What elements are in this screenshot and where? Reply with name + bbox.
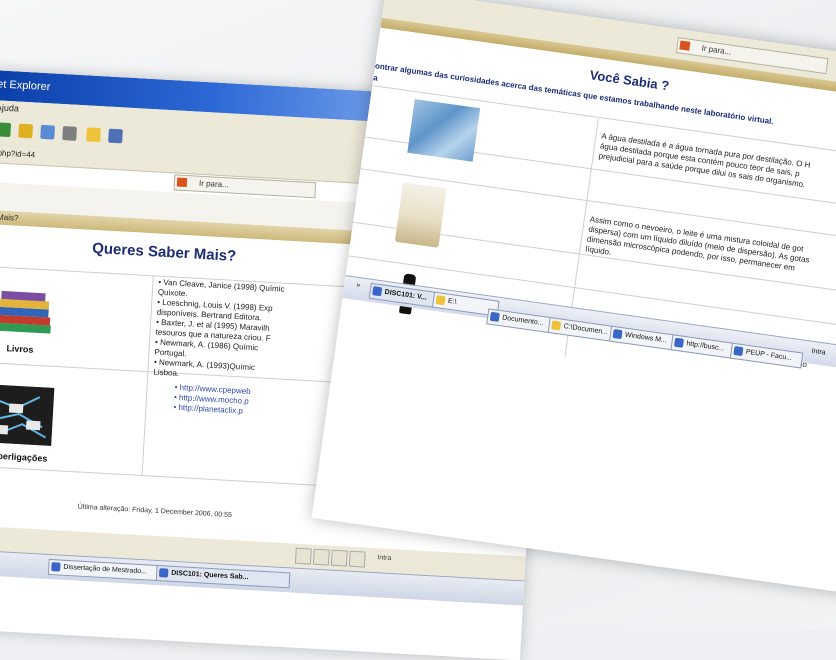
folder-icon (435, 295, 446, 306)
folder-icon (551, 320, 562, 331)
ie-icon (51, 562, 61, 572)
page-title: Você Sabia ? (588, 67, 671, 94)
jump-to-label: Ir para... (701, 43, 732, 57)
last-modified: Última alteração: Friday, 1 December 200… (77, 503, 233, 520)
favorites-icon[interactable] (18, 123, 34, 139)
books-caption: Livros (6, 343, 34, 355)
ie-icon (673, 337, 685, 348)
network-image (0, 384, 55, 446)
print-icon[interactable] (108, 128, 123, 144)
page-title: Queres Saber Mais? (91, 239, 237, 265)
status-cell (348, 550, 366, 568)
zone-label: Intra (377, 554, 392, 563)
status-cell (312, 548, 330, 566)
quicklaunch-chevron[interactable]: » (356, 282, 361, 289)
media-player-icon (612, 329, 623, 340)
hyperlinks-caption: Hiperligações (0, 450, 48, 464)
status-cell (294, 547, 312, 565)
page-tab-label: er Mais? (0, 212, 19, 223)
go-icon[interactable] (679, 40, 691, 51)
books-image (0, 290, 51, 334)
links-list: • http://www.cpepweb • http://www.mocho.… (173, 383, 251, 417)
mail-icon[interactable] (62, 126, 77, 141)
jump-to-label: Ir para... (198, 178, 230, 190)
search-icon[interactable] (0, 122, 12, 138)
history-icon[interactable] (40, 124, 55, 140)
intro-tail: a (372, 73, 379, 83)
taskbar-button[interactable]: Dissertação de Mestrado... (47, 558, 169, 582)
ie-icon (158, 568, 169, 578)
word-icon (489, 311, 500, 322)
menu-item-help[interactable]: Ajuda (0, 102, 19, 113)
taskbar-button-active[interactable]: DISC101: Queres Sab... (155, 564, 291, 589)
ie-icon (733, 345, 744, 357)
references-list: • Van Cleave, Janice (1998) Químic Quixo… (153, 278, 338, 388)
front-browser-window: Ir para... Você Sabia ? A ontrar algumas… (311, 0, 836, 605)
column-divider (141, 275, 154, 476)
zone-label: Intra (811, 347, 826, 357)
milk-image (394, 182, 447, 248)
fact-text: Assim como o nevoeiro, o leite é uma mis… (585, 214, 811, 273)
status-cell (330, 549, 348, 567)
water-image (407, 99, 481, 162)
folder-icon[interactable] (86, 127, 101, 143)
window-title: et Explorer (0, 78, 51, 94)
ie-icon (372, 286, 383, 297)
address-url: s.php?id=44 (0, 148, 36, 160)
go-icon[interactable] (176, 177, 188, 188)
